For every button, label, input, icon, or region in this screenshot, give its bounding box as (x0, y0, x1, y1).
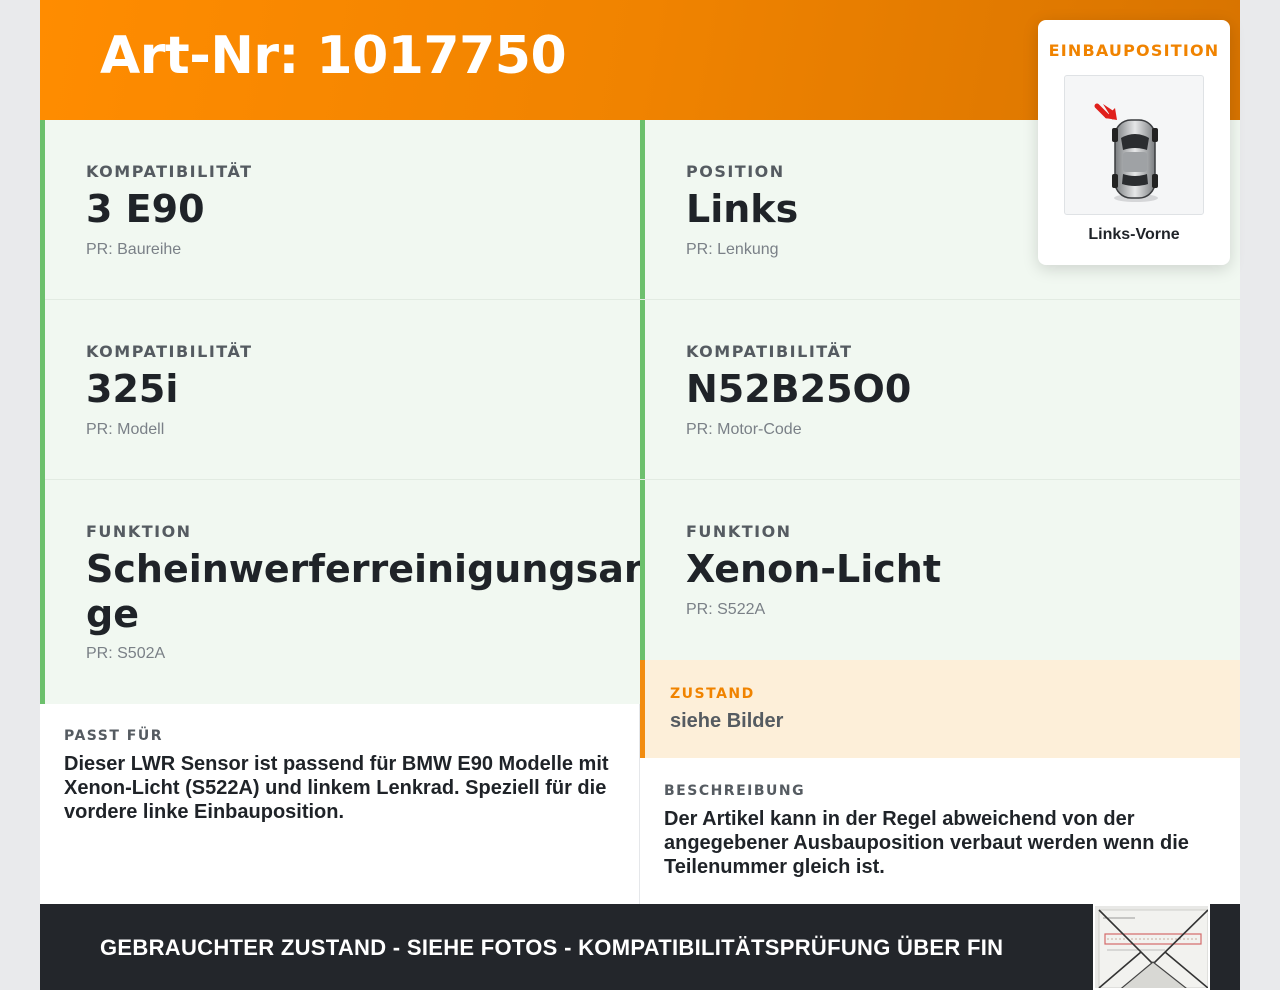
page-title: Art-Nr: 1017750 (100, 26, 567, 86)
zustand-box: ZUSTAND siehe Bilder (640, 660, 1240, 758)
einbauposition-label: EINBAUPOSITION (1048, 41, 1220, 60)
passt-fuer-block: PASST FÜR Dieser LWR Sensor ist passend … (64, 728, 624, 824)
cell-sub: PR: Baureihe (86, 241, 182, 258)
cell-sub: PR: Modell (86, 421, 165, 438)
cell-funktion-xenon: FUNKTION Xenon-Licht PR: S522A (640, 480, 1240, 660)
cell-value-line2: ge (86, 592, 139, 636)
cell-kompatibilitaet-modell: KOMPATIBILITÄT 325i PR: Modell (40, 300, 640, 480)
einbauposition-caption: Links-Vorne (1088, 226, 1180, 243)
cell-label: KOMPATIBILITÄT (86, 342, 253, 361)
car-topview-icon (1094, 103, 1158, 202)
cell-value-line1: Scheinwerferreinigungsanla (86, 547, 690, 591)
cell-kompatibilitaet-baureihe: KOMPATIBILITÄT 3 E90 PR: Baureihe (40, 120, 640, 300)
row-divider (45, 479, 1240, 480)
document-thumbnail[interactable] (1093, 904, 1210, 990)
cell-value: N52B25O0 (686, 367, 912, 411)
passt-fuer-label: PASST FÜR (64, 728, 163, 744)
envelope-document-icon (1095, 906, 1208, 988)
product-sheet: Art-Nr: 1017750 KOMPATIBILITÄT 3 E90 PR:… (40, 0, 1240, 990)
cell-funktion-scheinwerfer: FUNKTION Scheinwerferreinigungsanla ge P… (40, 480, 690, 704)
footer-bar: GEBRAUCHTER ZUSTAND - SIEHE FOTOS - KOMP… (40, 904, 1240, 990)
cell-sub: PR: Motor-Code (686, 421, 802, 438)
cell-value: 325i (86, 367, 179, 411)
einbauposition-card: EINBAUPOSITION Links-Vorne (1038, 20, 1230, 265)
zustand-label: ZUSTAND (670, 686, 755, 702)
column-divider (639, 704, 640, 904)
cell-sub: PR: Lenkung (686, 241, 779, 258)
cell-label: POSITION (686, 162, 785, 181)
cell-kompatibilitaet-motor: KOMPATIBILITÄT N52B25O0 PR: Motor-Code (640, 300, 1240, 480)
row-divider (45, 299, 1240, 300)
cell-label: KOMPATIBILITÄT (686, 342, 853, 361)
zustand-value: siehe Bilder (670, 710, 784, 732)
cell-value: 3 E90 (86, 187, 205, 231)
cell-sub: PR: S502A (86, 645, 166, 662)
beschreibung-label: BESCHREIBUNG (664, 783, 806, 799)
footer-text: GEBRAUCHTER ZUSTAND - SIEHE FOTOS - KOMP… (100, 935, 1004, 960)
cell-value: Xenon-Licht (686, 547, 942, 591)
car-position-image (1064, 75, 1204, 215)
cell-label: FUNKTION (686, 522, 792, 541)
beschreibung-block: BESCHREIBUNG Der Artikel kann in der Reg… (664, 783, 1224, 879)
cell-label: KOMPATIBILITÄT (86, 162, 253, 181)
cell-sub: PR: S522A (686, 601, 766, 618)
cell-value: Links (686, 187, 799, 231)
passt-fuer-text: Dieser LWR Sensor ist passend für BMW E9… (64, 753, 609, 823)
cell-label: FUNKTION (86, 522, 192, 541)
beschreibung-text: Der Artikel kann in der Regel abweichend… (664, 808, 1189, 878)
